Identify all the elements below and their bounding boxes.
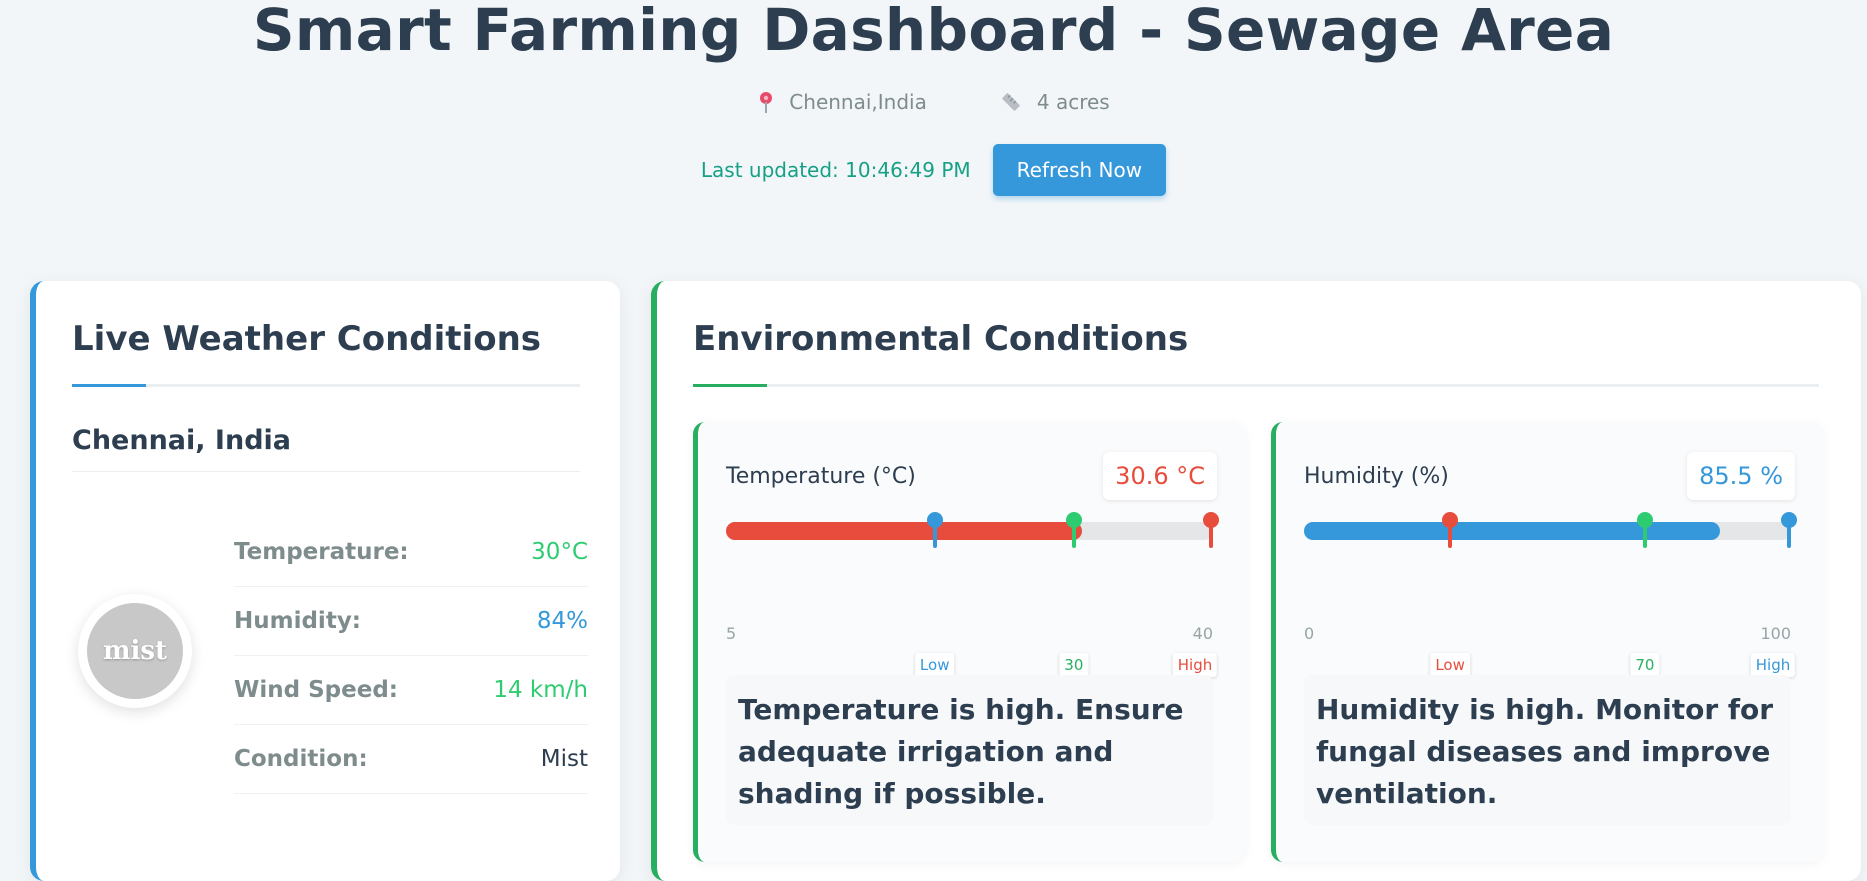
low-tag: Low bbox=[1430, 653, 1470, 677]
farm-meta: Chennai,India 4 acres bbox=[0, 90, 1867, 114]
gauge-track bbox=[1304, 522, 1791, 540]
weather-row-temperature: Temperature: 30°C bbox=[234, 518, 588, 587]
gauge-min-label: 5 bbox=[726, 624, 737, 643]
weather-title-divider bbox=[72, 384, 580, 387]
map-pin-icon bbox=[760, 92, 773, 113]
weather-value: 30°C bbox=[531, 539, 588, 565]
environment-card: Environmental Conditions Temperature (°C… bbox=[651, 281, 1861, 881]
update-row: Last updated: 10:46:49 PM Refresh Now bbox=[0, 144, 1867, 196]
high-marker bbox=[1781, 512, 1797, 552]
humidity-advice: Humidity is high. Monitor for fungal dis… bbox=[1304, 675, 1791, 825]
temperature-sensor: Temperature (°C) 30.6 °C 5 40 Low 30 Hig… bbox=[693, 422, 1245, 862]
weather-value: 84% bbox=[536, 608, 588, 634]
gauge-fill bbox=[726, 522, 1083, 540]
weather-label: Condition: bbox=[234, 746, 368, 772]
low-marker bbox=[1442, 512, 1459, 552]
sensor-label: Temperature (°C) bbox=[726, 464, 916, 489]
optimal-marker bbox=[1636, 512, 1653, 552]
weather-value: 14 km/h bbox=[493, 677, 588, 703]
weather-card: Live Weather Conditions Chennai, India m… bbox=[30, 281, 620, 881]
weather-row-wind: Wind Speed: 14 km/h bbox=[234, 656, 588, 725]
weather-city: Chennai, India bbox=[72, 425, 291, 456]
optimal-tag: 30 bbox=[1059, 653, 1089, 677]
city-divider bbox=[72, 471, 580, 472]
area-meta: 4 acres bbox=[999, 90, 1110, 114]
gauge-track bbox=[726, 522, 1213, 540]
sensor-value-badge: 85.5 % bbox=[1687, 452, 1795, 500]
weather-value: Mist bbox=[540, 746, 588, 772]
weather-row-humidity: Humidity: 84% bbox=[234, 587, 588, 656]
page-title: Smart Farming Dashboard - Sewage Area bbox=[252, 0, 1615, 64]
gauge-min-label: 0 bbox=[1304, 624, 1315, 643]
area-text: 4 acres bbox=[1036, 90, 1110, 114]
low-marker bbox=[926, 512, 943, 552]
weather-row-condition: Condition: Mist bbox=[234, 725, 588, 794]
temperature-advice: Temperature is high. Ensure adequate irr… bbox=[726, 675, 1213, 825]
sensor-value-badge: 30.6 °C bbox=[1103, 452, 1217, 500]
environment-title-divider bbox=[693, 384, 1819, 387]
weather-card-title: Live Weather Conditions bbox=[72, 319, 542, 359]
temperature-gauge: 5 40 Low 30 High bbox=[726, 504, 1219, 677]
location-text: Chennai,India bbox=[789, 90, 927, 114]
optimal-marker bbox=[1065, 512, 1082, 552]
high-tag: High bbox=[1172, 653, 1218, 677]
weather-label: Temperature: bbox=[234, 539, 409, 565]
weather-label: Wind Speed: bbox=[234, 677, 398, 703]
gauge-max-label: 100 bbox=[1760, 624, 1791, 643]
humidity-sensor: Humidity (%) 85.5 % 0 100 Low 70 High Hu… bbox=[1271, 422, 1823, 862]
location-meta: Chennai,India bbox=[757, 90, 927, 114]
ruler-icon bbox=[1002, 93, 1020, 111]
gauge-max-label: 40 bbox=[1192, 624, 1213, 643]
refresh-button[interactable]: Refresh Now bbox=[992, 144, 1167, 196]
gauge-fill bbox=[1304, 522, 1721, 540]
low-tag: Low bbox=[914, 653, 955, 677]
environment-card-title: Environmental Conditions bbox=[693, 319, 1189, 359]
weather-icon-frame: mist bbox=[78, 594, 192, 708]
weather-stats: Temperature: 30°C Humidity: 84% Wind Spe… bbox=[234, 518, 588, 794]
last-updated-text: Last updated: 10:46:49 PM bbox=[700, 158, 971, 182]
weather-label: Humidity: bbox=[234, 608, 362, 634]
mist-icon: mist bbox=[87, 603, 183, 699]
optimal-tag: 70 bbox=[1630, 653, 1660, 677]
humidity-gauge: 0 100 Low 70 High bbox=[1304, 504, 1797, 677]
high-marker bbox=[1203, 512, 1219, 552]
high-tag: High bbox=[1750, 653, 1796, 677]
sensor-label: Humidity (%) bbox=[1304, 464, 1449, 489]
